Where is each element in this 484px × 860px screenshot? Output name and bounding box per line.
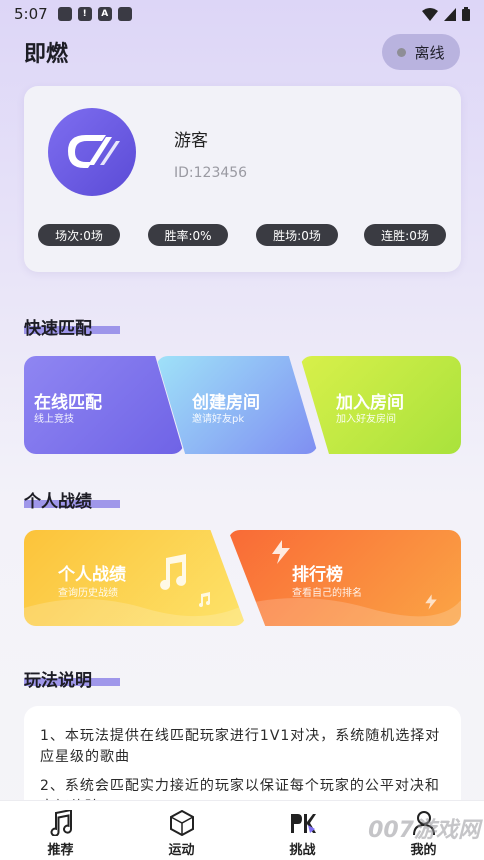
join-room-card[interactable]: 加入房间 加入好友房间 — [300, 356, 461, 454]
app-icon — [117, 7, 132, 21]
offline-label: 离线 — [414, 43, 445, 62]
music-note-icon — [50, 810, 72, 836]
status-bar: 5:07 ! A — [0, 0, 484, 28]
card-title: 排行榜 — [292, 565, 343, 585]
offline-status-button[interactable]: 离线 — [382, 34, 460, 70]
personal-section-title: 个人战绩 — [24, 492, 92, 512]
stat-streak: 连胜:0场 — [364, 224, 446, 246]
nav-label: 挑战 — [289, 843, 316, 858]
avatar[interactable] — [48, 108, 136, 196]
leaderboard-card[interactable]: 排行榜 查看自己的排名 — [228, 530, 461, 626]
notification-icon — [57, 7, 72, 21]
lightning-icon — [272, 540, 290, 564]
app-logo-icon — [68, 135, 120, 168]
watermark-text: 007游戏网 — [368, 818, 480, 843]
card-subtitle: 加入好友房间 — [336, 414, 396, 425]
nav-item-recommend[interactable]: 推荐 — [0, 801, 121, 860]
username: 游客 — [174, 131, 208, 151]
card-subtitle: 邀请好友pk — [192, 414, 245, 425]
wifi-icon — [422, 7, 438, 21]
rules-section-title: 玩法说明 — [24, 671, 92, 691]
nav-label: 运动 — [168, 843, 195, 858]
signal-icon — [444, 7, 456, 21]
music-note-icon — [160, 554, 187, 590]
stat-wins: 胜场:0场 — [256, 224, 338, 246]
font-icon: A — [97, 7, 112, 21]
nav-item-challenge[interactable]: 挑战 — [242, 801, 363, 860]
nav-label: 推荐 — [47, 843, 74, 858]
stat-matches: 场次:0场 — [38, 224, 120, 246]
rule-text: 1、本玩法提供在线匹配玩家进行1V1对决，系统随机选择对应星级的歌曲 — [40, 728, 441, 765]
profile-card: 游客 ID:123456 场次:0场 胜率:0% 胜场:0场 连胜:0场 — [24, 86, 461, 272]
status-time: 5:07 — [14, 5, 48, 23]
user-id: ID:123456 — [174, 165, 248, 181]
wave-decoration — [24, 599, 246, 626]
online-match-card[interactable]: 在线匹配 线上竞技 — [24, 356, 184, 454]
wave-decoration — [228, 598, 461, 626]
app-title: 即燃 — [24, 42, 69, 67]
alert-icon: ! — [77, 7, 92, 21]
battery-icon — [462, 7, 470, 21]
stat-win-rate: 胜率:0% — [148, 224, 228, 246]
create-room-card[interactable]: 创建房间 邀请好友pk — [156, 356, 318, 454]
card-subtitle: 线上竞技 — [34, 414, 74, 425]
personal-record-card[interactable]: 个人战绩 查询历史战绩 — [24, 530, 246, 626]
quick-match-title: 快速匹配 — [24, 319, 92, 339]
status-dot-icon — [397, 47, 407, 57]
card-title: 个人战绩 — [58, 565, 126, 585]
cube-icon — [169, 810, 194, 836]
pk-icon — [290, 814, 316, 833]
nav-item-sport[interactable]: 运动 — [121, 801, 242, 860]
